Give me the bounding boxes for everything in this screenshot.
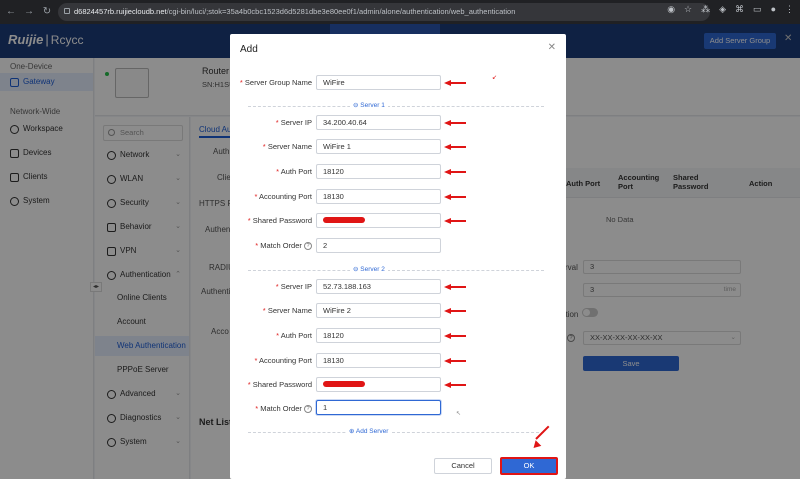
annotation-arrow <box>444 194 466 200</box>
label-text: Match Order <box>260 404 302 413</box>
server2-auth-port-label: * Auth Port <box>276 331 312 340</box>
help-icon[interactable]: ? <box>304 242 312 251</box>
server1-name-label: * Server Name <box>262 142 312 151</box>
label-text: Server IP <box>280 118 312 127</box>
server-group-label: * Server Group Name <box>239 78 312 87</box>
annotation-arrow <box>444 80 466 86</box>
translate-icon[interactable]: ⁂ <box>701 4 710 15</box>
add-server-link[interactable]: ⊕ Add Server <box>346 427 392 435</box>
label-text: Server Group Name <box>244 78 312 87</box>
annotation-arrow <box>444 120 466 126</box>
help-icon[interactable]: ? <box>304 405 312 414</box>
redaction-mark <box>323 217 365 223</box>
server2-password-label: * Shared Password <box>247 380 312 389</box>
server2-ip-label: * Server IP <box>275 282 312 291</box>
server2-accounting-port-label: * Accounting Port <box>254 356 312 365</box>
input-value: WiFire 1 <box>323 142 351 151</box>
extension-icon[interactable]: ◈ <box>719 4 726 15</box>
site-info-icon[interactable] <box>64 8 70 14</box>
view-icon[interactable]: ◉ <box>667 4 675 15</box>
annotation-arrow <box>444 169 466 175</box>
divider-text: Server 2 <box>360 266 385 273</box>
input-value: 18120 <box>323 167 344 176</box>
input-value: 1 <box>323 403 328 412</box>
input-value: 18130 <box>323 356 344 365</box>
server1-ip-label: * Server IP <box>275 118 312 127</box>
server-group-name-input[interactable]: WiFire <box>316 75 441 90</box>
annotation-mark: ↙ <box>492 75 498 81</box>
back-icon[interactable]: ← <box>4 5 18 19</box>
annotation-arrow <box>444 382 466 388</box>
bookmark-star-icon[interactable]: ☆ <box>684 4 692 15</box>
server1-auth-port-label: * Auth Port <box>276 167 312 176</box>
input-value: WiFire 2 <box>323 306 351 315</box>
url-path: /cgi-bin/luci/;stok=35a4b0cbc1523d6d5281… <box>166 7 516 16</box>
server2-match-order-label: * Match Order ? <box>232 404 312 414</box>
label-text: Match Order <box>260 241 302 250</box>
server1-match-order-label: * Match Order ? <box>232 241 312 251</box>
server2-label: ⊖ Server 2 <box>350 265 388 273</box>
split-view-icon[interactable]: ▭ <box>753 4 762 15</box>
url-host: d6824457rb.ruijiecloudb.net <box>74 7 167 16</box>
forward-icon[interactable]: → <box>22 5 36 19</box>
annotation-arrow <box>444 358 466 364</box>
server2-divider <box>248 270 544 271</box>
label-text: Server IP <box>280 282 312 291</box>
input-value: 52.73.188.163 <box>323 282 371 291</box>
extensions-puzzle-icon[interactable]: ⌘ <box>735 4 744 15</box>
input-value: 18130 <box>323 192 344 201</box>
modal-title: Add <box>240 44 258 55</box>
input-value: 18120 <box>323 331 344 340</box>
annotation-arrow <box>444 144 466 150</box>
server1-ip-input[interactable]: 34.200.40.64 <box>316 115 441 130</box>
reload-icon[interactable]: ↻ <box>40 5 54 19</box>
annotation-arrow <box>444 333 466 339</box>
label-text: Shared Password <box>252 216 312 225</box>
add-server-group-modal: Add ✕ * Server Group Name WiFire ↙ ⊖ Ser… <box>230 34 566 479</box>
label-text: Auth Port <box>280 167 312 176</box>
server2-match-order-input[interactable]: 1 <box>316 400 441 415</box>
input-value: 2 <box>323 241 328 250</box>
server1-divider <box>248 106 544 107</box>
label-text: Shared Password <box>252 380 312 389</box>
label-text: Accounting Port <box>259 356 312 365</box>
ok-button[interactable]: OK <box>500 457 558 475</box>
server1-password-input[interactable] <box>316 213 441 228</box>
cursor-icon: ↖ <box>456 411 462 417</box>
server1-match-order-input[interactable]: 2 <box>316 238 441 253</box>
menu-kebab-icon[interactable]: ⋮ <box>785 4 794 15</box>
server1-label: ⊖ Server 1 <box>350 101 388 109</box>
server1-auth-port-input[interactable]: 18120 <box>316 164 441 179</box>
cancel-button[interactable]: Cancel <box>434 458 492 474</box>
label-text: Auth Port <box>280 331 312 340</box>
label-text: Server Name <box>267 142 312 151</box>
label-text: Accounting Port <box>259 192 312 201</box>
server2-ip-input[interactable]: 52.73.188.163 <box>316 279 441 294</box>
input-value: WiFire <box>323 78 345 87</box>
server1-name-input[interactable]: WiFire 1 <box>316 139 441 154</box>
server2-password-input[interactable] <box>316 377 441 392</box>
browser-actions: ◉ ☆ ⁂ ◈ ⌘ ▭ ● ⋮ <box>667 4 794 15</box>
address-bar[interactable]: d6824457rb.ruijiecloudb.net/cgi-bin/luci… <box>58 3 710 21</box>
server2-name-label: * Server Name <box>262 306 312 315</box>
server2-accounting-port-input[interactable]: 18130 <box>316 353 441 368</box>
input-value: 34.200.40.64 <box>323 118 367 127</box>
server1-accounting-port-label: * Accounting Port <box>254 192 312 201</box>
profile-avatar-icon[interactable]: ● <box>771 4 776 15</box>
server1-accounting-port-input[interactable]: 18130 <box>316 189 441 204</box>
annotation-arrow <box>444 284 466 290</box>
label-text: Server Name <box>267 306 312 315</box>
browser-toolbar: ← → ↻ d6824457rb.ruijiecloudb.net/cgi-bi… <box>0 0 800 24</box>
server2-auth-port-input[interactable]: 18120 <box>316 328 441 343</box>
server2-name-input[interactable]: WiFire 2 <box>316 303 441 318</box>
close-icon[interactable]: ✕ <box>548 42 556 53</box>
divider-text: Server 1 <box>360 102 385 109</box>
redaction-mark <box>323 381 365 387</box>
add-server-divider <box>248 432 544 433</box>
ok-annotation-arrowhead <box>530 440 542 451</box>
annotation-arrow <box>444 308 466 314</box>
server1-password-label: * Shared Password <box>247 216 312 225</box>
annotation-arrow <box>444 218 466 224</box>
link-text: Add Server <box>355 428 389 435</box>
